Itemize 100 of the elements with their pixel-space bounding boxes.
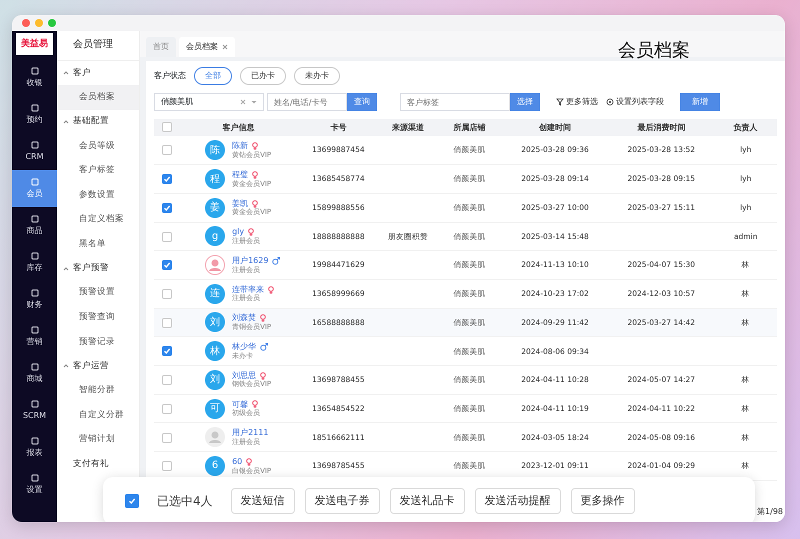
menu-section[interactable]: 客户 [57,61,139,85]
minimize-dot[interactable] [35,19,43,27]
menu-item[interactable]: 预警查询 [57,305,139,330]
avatar: 连 [205,284,226,304]
row-checkbox[interactable] [162,203,172,214]
member-name[interactable]: 60 [232,456,242,466]
brand-logo: 美益易 [16,33,53,55]
caret-icon [251,99,257,105]
menu-section[interactable]: 基础配置 [57,110,139,134]
avatar: 刘 [205,370,226,390]
menu-item[interactable]: 自定义分群 [57,402,139,428]
menu-item[interactable]: 智能分群 [57,378,139,403]
square-icon [30,474,38,482]
nav-item[interactable]: 营销 [12,318,57,355]
status-filter-chip[interactable]: 未办卡 [294,67,340,85]
column-header: 客户信息 [222,122,254,132]
member-name[interactable]: 用户1629 [232,256,268,266]
square-icon [30,214,38,222]
row-checkbox[interactable] [162,174,172,184]
square-icon [30,140,38,148]
nav-item[interactable]: 库存 [12,244,57,281]
row-checkbox[interactable] [162,432,172,443]
menu-item[interactable]: 黑名单 [57,232,139,257]
menu-item[interactable]: 自定义档案 [57,207,139,232]
column-header: 所属店铺 [454,122,486,132]
caret-icon [63,118,69,125]
caret-icon [63,266,69,272]
avatar: 刘 [205,312,226,332]
nav-item[interactable]: 报表 [12,429,57,466]
status-filter-chip[interactable]: 已办卡 [240,67,286,85]
nav-item[interactable]: 商品 [12,207,57,244]
row-checkbox[interactable] [162,260,172,270]
menu-item[interactable]: 会员等级 [57,134,139,158]
menu-section[interactable]: 客户预警 [57,256,139,281]
member-name[interactable]: 可馨 [232,400,248,410]
nav-item[interactable]: 商城 [12,355,57,392]
row-checkbox[interactable] [162,404,172,414]
member-name[interactable]: 用户2111 [232,428,268,438]
row-checkbox[interactable] [162,232,172,242]
menu-item[interactable]: 参数设置 [57,182,139,208]
member-name[interactable]: 刘森焚 [232,313,256,324]
menu-section[interactable]: 支付有礼 [57,452,139,476]
tag-field[interactable]: 客户标签 [400,93,510,111]
menu-item[interactable]: 预警记录 [57,330,139,354]
row-checkbox[interactable] [162,318,172,328]
close-dot[interactable] [22,19,30,27]
member-name[interactable]: 程璧 [232,170,248,180]
check-icon [162,347,170,356]
member-name[interactable]: 刘思思 [232,370,256,380]
member-name[interactable]: gly [232,227,244,237]
column-header: 最后消费时间 [637,122,686,132]
row-checkbox[interactable] [162,375,172,386]
avatar: 陈 [205,140,226,160]
selection-count: 已选中4人 [157,493,213,510]
more-filter-link[interactable]: 更多筛选 [556,96,598,108]
square-icon [30,436,38,444]
menu-item[interactable]: 会员档案 [57,85,139,110]
menu-section[interactable]: 客户运营 [57,354,139,378]
caret-icon [63,70,69,76]
nav-item[interactable]: 设置 [12,466,57,503]
menu-item[interactable]: 预警设置 [57,280,139,306]
select-all-checkbox[interactable] [125,494,139,508]
column-header: 卡号 [330,122,346,132]
list-fields-link[interactable]: 设置列表字段 [606,96,664,108]
row-checkbox[interactable] [162,289,172,300]
row-checkbox[interactable] [162,461,172,472]
pagination-text: 第1/98 [757,506,783,518]
action-button[interactable]: 发送电子券 [304,488,380,514]
nav-item[interactable]: 财务 [12,281,57,318]
square-icon [30,66,38,74]
nav-item[interactable]: 收银 [12,59,57,96]
member-name[interactable]: 连带率来 [232,284,264,294]
menu-item[interactable]: 营销计划 [57,428,139,452]
zoom-dot[interactable] [48,19,56,27]
square-icon [30,362,38,370]
member-name[interactable]: 陈新 [232,141,248,151]
row-checkbox[interactable] [162,346,172,356]
row-checkbox[interactable] [162,145,172,156]
check-icon [162,204,170,212]
search-field[interactable]: 姓名/电话/卡号 [267,93,347,111]
menu-item[interactable]: 客户标签 [57,158,139,183]
square-icon [30,252,38,260]
tab[interactable]: 会员档案 [179,37,235,57]
select-all-checkbox[interactable] [162,122,172,132]
column-header: 负责人 [734,122,758,132]
nav-item[interactable]: SCRM [12,392,57,429]
action-button[interactable]: 更多操作 [570,488,635,514]
close-icon [222,44,228,50]
status-filter-chip[interactable]: 全部 [194,67,232,85]
member-name[interactable]: 林少华 [232,342,256,352]
nav-item[interactable]: 预约 [12,96,57,133]
nav-item[interactable]: CRM [12,133,57,170]
filter-icon [556,98,564,106]
check-icon [162,261,170,270]
member-name[interactable]: 姜凯 [232,198,248,208]
avatar: 林 [205,341,226,362]
action-button[interactable]: 发送活动提醒 [474,488,561,514]
action-button[interactable]: 发送礼品卡 [390,488,465,514]
action-button[interactable]: 发送短信 [230,488,295,514]
store-select[interactable]: 俏颜美肌 [154,93,264,111]
